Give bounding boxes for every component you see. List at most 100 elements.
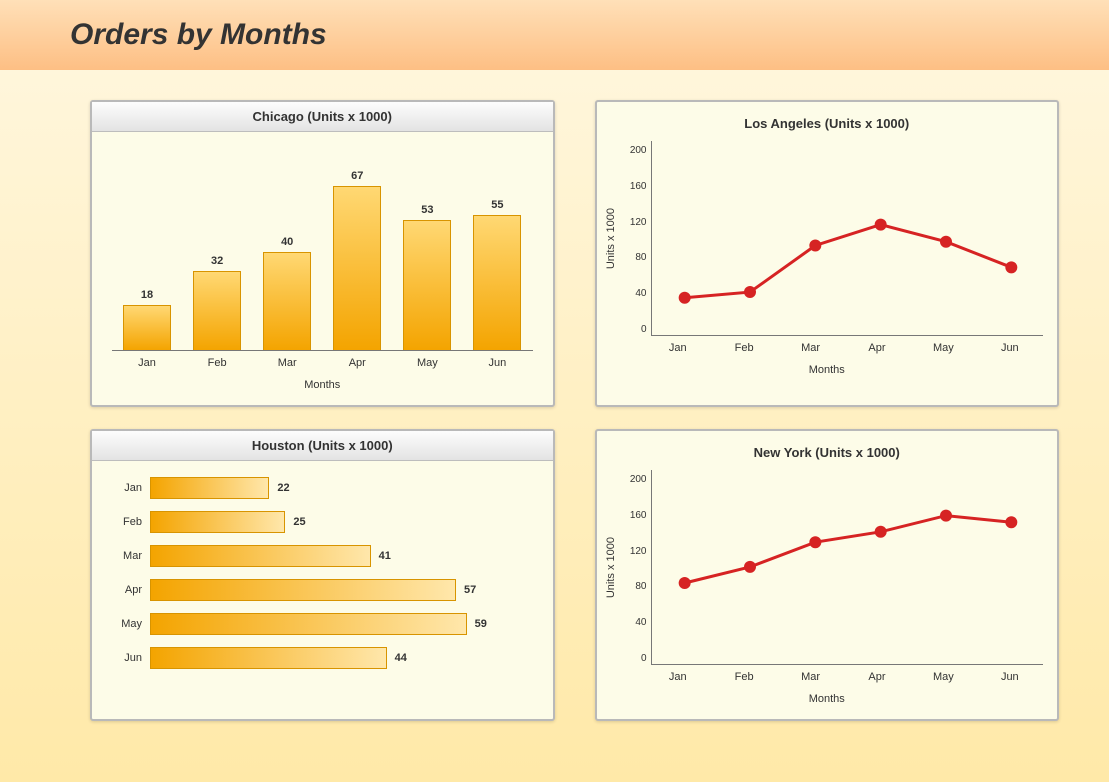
bar-value-label: 67 bbox=[351, 170, 363, 182]
x-tick-label: Jun bbox=[977, 671, 1043, 683]
x-tick-label: Feb bbox=[711, 342, 777, 354]
bar-may: 53 bbox=[404, 204, 450, 350]
bar-row-apr: Apr 57 bbox=[112, 579, 533, 601]
x-tick-label: Jan bbox=[645, 671, 711, 683]
x-tick-label: Apr bbox=[844, 342, 910, 354]
panel-new-york: New York (Units x 1000) Units x 1000 200… bbox=[595, 429, 1060, 721]
data-point bbox=[678, 577, 690, 589]
bar-mar: 40 bbox=[264, 236, 310, 350]
data-point bbox=[874, 526, 886, 538]
chart-houston: Jan 22 Feb 25 Mar41 Apr 57 May 59 Jun 44 bbox=[92, 477, 553, 669]
page-title: Orders by Months bbox=[70, 18, 1109, 52]
dashboard-grid: Chicago (Units x 1000) 183240675355 JanF… bbox=[0, 70, 1109, 741]
bar bbox=[150, 477, 269, 499]
bar bbox=[263, 252, 311, 350]
chart-los-angeles: Units x 1000 200 160 120 80 40 0 JanFebMarApr… bbox=[597, 137, 1058, 376]
bar bbox=[473, 215, 521, 350]
data-point bbox=[1005, 516, 1017, 528]
y-tick-label: 80 bbox=[619, 581, 647, 592]
bar bbox=[150, 613, 467, 635]
bar-value-label: 22 bbox=[277, 482, 289, 494]
y-tick-label: 40 bbox=[619, 617, 647, 628]
y-tick-label: Apr bbox=[112, 584, 142, 596]
bar bbox=[333, 186, 381, 350]
y-tick-label: 120 bbox=[619, 217, 647, 228]
bar-value-label: 41 bbox=[379, 550, 391, 562]
page-header: Orders by Months bbox=[0, 0, 1109, 70]
y-tick-label: 160 bbox=[619, 510, 647, 521]
y-tick-label: 120 bbox=[619, 546, 647, 557]
x-tick-label: Feb bbox=[711, 671, 777, 683]
x-tick-label: Jan bbox=[124, 357, 170, 369]
chart-new-york: Units x 1000 200 160 120 80 40 0 JanFebMarApr… bbox=[597, 466, 1058, 705]
bar-row-may: May 59 bbox=[112, 613, 533, 635]
data-point bbox=[874, 219, 886, 231]
bar-value-label: 40 bbox=[281, 236, 293, 248]
bar-row-feb: Feb 25 bbox=[112, 511, 533, 533]
bar-row-jan: Jan 22 bbox=[112, 477, 533, 499]
x-axis-label: Months bbox=[597, 693, 1058, 705]
bar bbox=[193, 271, 241, 350]
data-point bbox=[940, 236, 952, 248]
y-axis-label: Units x 1000 bbox=[605, 208, 617, 269]
bar-value-label: 55 bbox=[491, 199, 503, 211]
data-point bbox=[940, 510, 952, 522]
bar bbox=[150, 579, 456, 601]
y-tick-label: 200 bbox=[619, 145, 647, 156]
data-point bbox=[744, 286, 756, 298]
y-tick-label: Jun bbox=[112, 652, 142, 664]
y-tick-label: 160 bbox=[619, 181, 647, 192]
data-point bbox=[744, 561, 756, 573]
panel-title-chicago: Chicago (Units x 1000) bbox=[92, 102, 553, 132]
x-tick-label: May bbox=[404, 357, 450, 369]
x-tick-label: May bbox=[910, 671, 976, 683]
bar-row-mar: Mar41 bbox=[112, 545, 533, 567]
x-axis-label: Months bbox=[92, 379, 553, 391]
data-point bbox=[1005, 261, 1017, 273]
bar-row-jun: Jun 44 bbox=[112, 647, 533, 669]
x-tick-label: Mar bbox=[777, 671, 843, 683]
bar bbox=[150, 511, 285, 533]
x-tick-label: Mar bbox=[777, 342, 843, 354]
y-tick-label: Feb bbox=[112, 516, 142, 528]
x-tick-label: Mar bbox=[264, 357, 310, 369]
y-tick-label: 200 bbox=[619, 474, 647, 485]
bar-value-label: 25 bbox=[293, 516, 305, 528]
bar bbox=[150, 647, 387, 669]
panel-title-la: Los Angeles (Units x 1000) bbox=[597, 102, 1058, 137]
line-series bbox=[684, 516, 1011, 583]
bar-value-label: 44 bbox=[395, 652, 407, 664]
bar-value-label: 57 bbox=[464, 584, 476, 596]
panel-houston: Houston (Units x 1000) Jan 22 Feb 25 Mar41 Ap… bbox=[90, 429, 555, 721]
y-axis-label: Units x 1000 bbox=[605, 537, 617, 598]
x-tick-label: Feb bbox=[194, 357, 240, 369]
bar-value-label: 32 bbox=[211, 255, 223, 267]
data-point bbox=[809, 536, 821, 548]
x-tick-label: Jan bbox=[645, 342, 711, 354]
bar bbox=[150, 545, 371, 567]
line-plot bbox=[652, 141, 1044, 331]
y-tick-label: Jan bbox=[112, 482, 142, 494]
panel-chicago: Chicago (Units x 1000) 18 32 40 67 53 55 Jan F… bbox=[90, 100, 555, 407]
bar-jun: 55 bbox=[474, 199, 520, 350]
bar-value-label: 53 bbox=[421, 204, 433, 216]
panel-title-houston: Houston (Units x 1000) bbox=[92, 431, 553, 461]
panel-los-angeles: Los Angeles (Units x 1000) Units x 1000 … bbox=[595, 100, 1060, 407]
y-tick-label: May bbox=[112, 618, 142, 630]
y-tick-label: 0 bbox=[619, 324, 647, 335]
data-point bbox=[678, 292, 690, 304]
bar-value-label: 18 bbox=[141, 289, 153, 301]
chart-chicago: 18 32 40 67 53 55 Jan Feb Mar Apr May Jun Months bbox=[92, 150, 553, 391]
bar bbox=[403, 220, 451, 350]
x-tick-label: Apr bbox=[334, 357, 380, 369]
y-tick-label: 40 bbox=[619, 288, 647, 299]
line-series bbox=[684, 225, 1011, 298]
line-plot bbox=[652, 470, 1044, 660]
x-tick-label: Apr bbox=[844, 671, 910, 683]
x-tick-label: Jun bbox=[474, 357, 520, 369]
y-tick-label: 0 bbox=[619, 653, 647, 664]
y-tick-label: 80 bbox=[619, 252, 647, 263]
bar-apr: 67 bbox=[334, 170, 380, 350]
x-axis-label: Months bbox=[597, 364, 1058, 376]
bar-value-label: 59 bbox=[475, 618, 487, 630]
